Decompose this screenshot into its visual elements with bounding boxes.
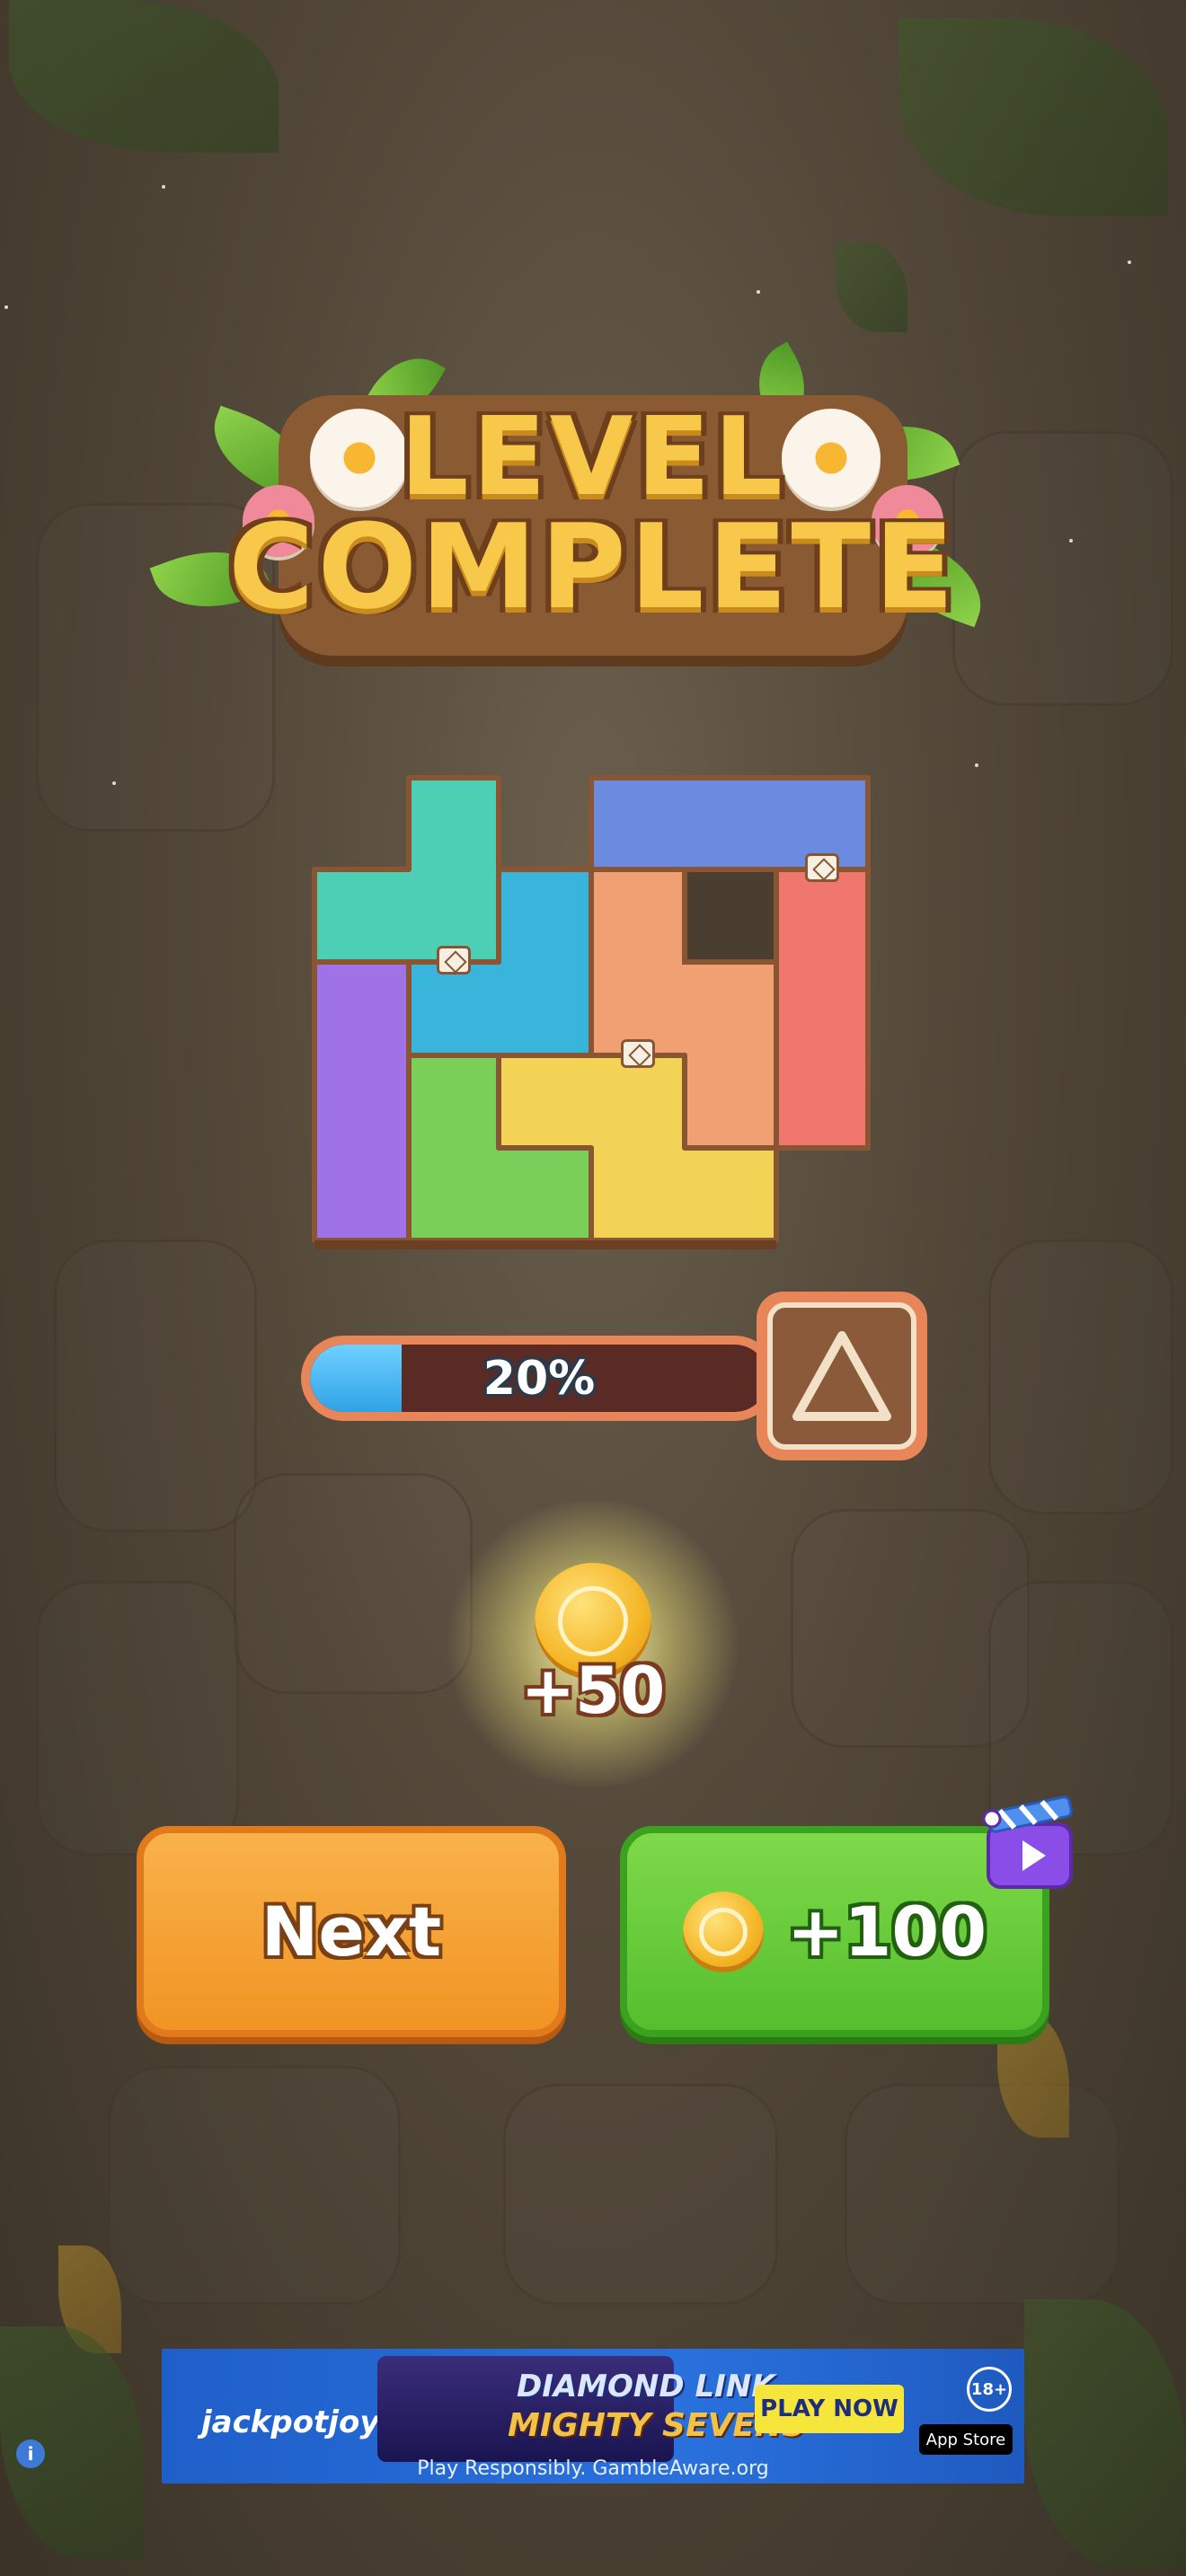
bonus-amount: +100 bbox=[786, 1892, 987, 1972]
ad-age-badge: 18+ bbox=[967, 2367, 1012, 2412]
puzzle-piece-green bbox=[406, 1053, 594, 1243]
title-line-complete: COMPLETE bbox=[228, 498, 958, 635]
next-shape-preview bbox=[757, 1292, 927, 1460]
coin-reward: +50 bbox=[422, 1491, 764, 1796]
video-ad-icon bbox=[982, 1795, 1073, 1889]
puzzle-piece-purple bbox=[312, 959, 412, 1243]
puzzle-piece-red bbox=[774, 867, 871, 1151]
puzzle-piece-orange bbox=[589, 867, 779, 1151]
reward-amount: +50 bbox=[520, 1653, 666, 1728]
puzzle-piece-yellow bbox=[496, 1053, 779, 1243]
level-progress-bar: 20% bbox=[301, 1336, 777, 1421]
lock-icon bbox=[437, 946, 471, 975]
progress-label: 20% bbox=[482, 1352, 596, 1406]
next-button[interactable]: Next bbox=[137, 1826, 566, 2037]
info-icon[interactable]: i bbox=[16, 2439, 45, 2468]
lock-icon bbox=[805, 853, 839, 882]
ad-game-title: DIAMOND LINK bbox=[517, 2369, 775, 2404]
ad-play-now-button[interactable]: PLAY NOW bbox=[755, 2385, 904, 2433]
empty-slot bbox=[682, 867, 779, 965]
ad-banner[interactable]: jackpotjoy DIAMOND LINK MIGHTY SEVENS PL… bbox=[162, 2349, 1024, 2483]
level-complete-title: LEVEL COMPLETE bbox=[149, 341, 1033, 710]
triangle-icon bbox=[792, 1331, 891, 1421]
lock-icon bbox=[621, 1039, 655, 1068]
ad-disclaimer: Play Responsibly. GambleAware.org bbox=[417, 2457, 769, 2480]
puzzle-piece-teal bbox=[312, 775, 501, 965]
app-store-badge[interactable]: App Store bbox=[919, 2424, 1013, 2455]
ad-brand: jackpotjoy bbox=[201, 2404, 380, 2440]
coin-icon bbox=[682, 1891, 764, 1972]
